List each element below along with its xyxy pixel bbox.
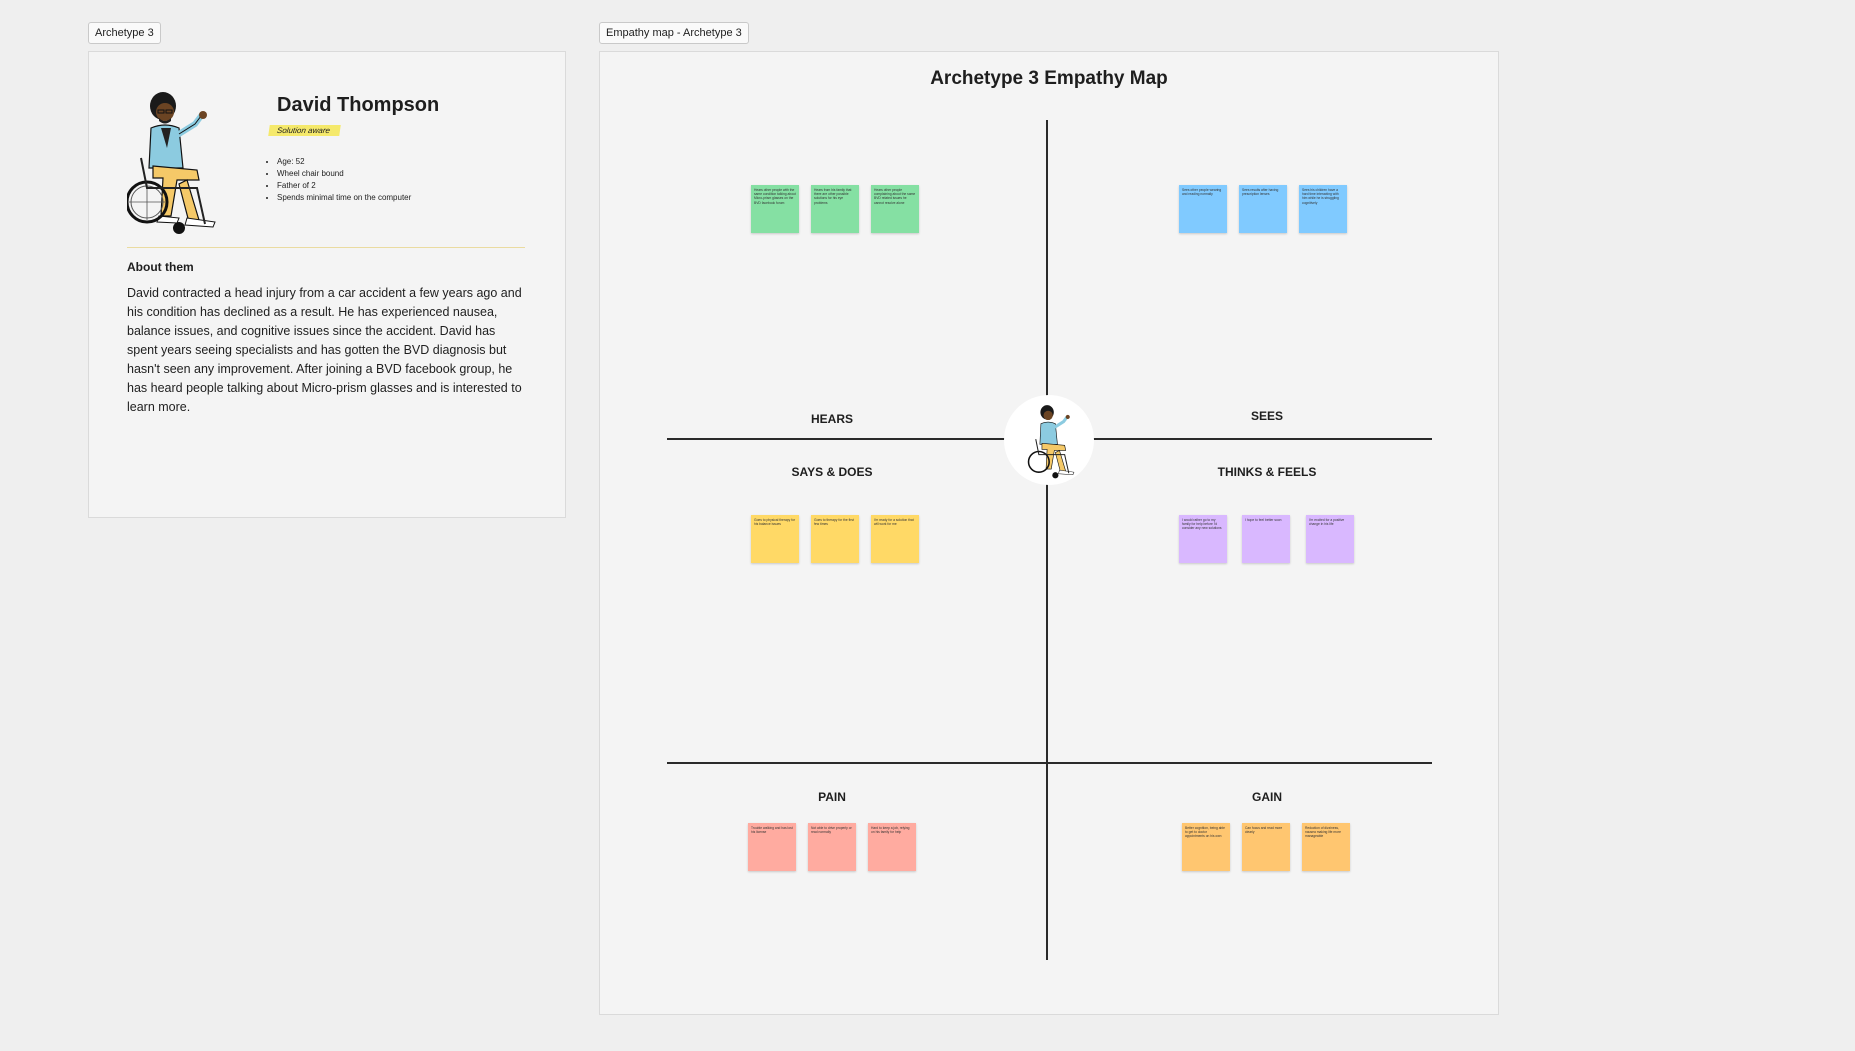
sticky-note-pain[interactable]: Hard to keep a job, relying on his famil…	[868, 823, 916, 871]
about-body: David contracted a head injury from a ca…	[127, 286, 522, 414]
sticky-note-sees[interactable]: Sees other people wearing and reading no…	[1179, 185, 1227, 233]
horizontal-axis-lower	[667, 762, 1432, 764]
persona-frame-label[interactable]: Archetype 3	[88, 22, 161, 44]
sticky-note-gain[interactable]: Reduction of dizziness, nausea making li…	[1302, 823, 1350, 871]
sticky-note-pain[interactable]: Not able to drive properly or read norma…	[808, 823, 856, 871]
sticky-note-pain[interactable]: Trouble walking and has lost his license	[748, 823, 796, 871]
persona-name: David Thompson	[277, 94, 440, 116]
sticky-note-gain[interactable]: Better cognition, being able to get to d…	[1182, 823, 1230, 871]
quadrant-label-gain: GAIN	[1252, 790, 1282, 804]
persona-fact-age: Age: 52	[277, 156, 411, 168]
persona-status-tag: Solution aware	[268, 125, 341, 136]
person-in-wheelchair-illustration	[127, 92, 216, 234]
sticky-note-gain[interactable]: Can focus and read more clearly	[1242, 823, 1290, 871]
persona-fact-mobility: Wheel chair bound	[277, 168, 411, 180]
sticky-note-sees[interactable]: Sees his children have a hard time inter…	[1299, 185, 1347, 233]
persona-card[interactable]: David Thompson Solution aware Age: 52 Wh…	[88, 51, 566, 518]
center-avatar	[1004, 395, 1094, 485]
quadrant-label-hears: HEARS	[810, 412, 853, 426]
empathy-map-title: Archetype 3 Empathy Map	[930, 68, 1168, 89]
persona-divider	[127, 247, 525, 248]
persona-fact-computer-use: Spends minimal time on the computer	[277, 192, 411, 204]
sticky-note-thinks-feels[interactable]: I would rather go to my family for help …	[1179, 515, 1227, 563]
about-heading: About them	[127, 260, 194, 274]
sticky-note-says-does[interactable]: Goes to physical therapy for his balance…	[751, 515, 799, 563]
empathy-map-frame-label[interactable]: Empathy map - Archetype 3	[599, 22, 749, 44]
vertical-axis	[1046, 120, 1048, 960]
empathy-map-frame[interactable]: Archetype 3 Empathy Map HEARS SEES SAYS …	[599, 51, 1499, 1015]
sticky-note-says-does[interactable]: Goes to therapy for the first few times	[811, 515, 859, 563]
sticky-note-sees[interactable]: Sees results after having prescription l…	[1239, 185, 1287, 233]
sticky-note-hears[interactable]: Hears other people with the same conditi…	[751, 185, 799, 233]
sticky-note-hears[interactable]: Hears other people complaining about the…	[871, 185, 919, 233]
person-in-wheelchair-illustration	[1027, 405, 1075, 479]
sticky-note-says-does[interactable]: I'm ready for a solution that will work …	[871, 515, 919, 563]
sticky-note-hears[interactable]: Hears from his family that there are oth…	[811, 185, 859, 233]
quadrant-label-says-does: SAYS & DOES	[791, 465, 873, 479]
persona-fact-family: Father of 2	[277, 180, 411, 192]
persona-facts-list: Age: 52 Wheel chair bound Father of 2 Sp…	[257, 156, 411, 204]
sticky-note-thinks-feels[interactable]: I'm excited for a positive change in his…	[1306, 515, 1354, 563]
sticky-note-thinks-feels[interactable]: I hope to feel better soon	[1242, 515, 1290, 563]
quadrant-label-sees: SEES	[1250, 409, 1283, 423]
quadrant-label-pain: PAIN	[818, 790, 846, 804]
quadrant-label-thinks-feels: THINKS & FEELS	[1217, 465, 1317, 479]
